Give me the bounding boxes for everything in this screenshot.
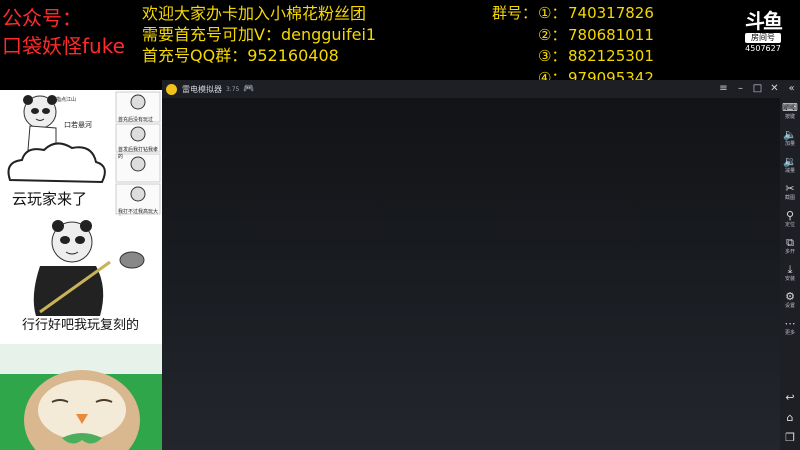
logo-mark: 斗鱼 xyxy=(745,9,783,33)
sidebar-label: 减量 xyxy=(784,168,795,174)
home-icon[interactable]: ⌂ xyxy=(780,412,800,424)
sidebar-label: 多开 xyxy=(784,249,795,255)
collapse-sidebar-button[interactable]: « xyxy=(783,80,800,98)
group-number: 882125301 xyxy=(568,47,654,65)
maximize-button[interactable]: □ xyxy=(749,80,766,98)
recent-apps-icon[interactable]: ❐ xyxy=(780,432,800,444)
sidebar-volume-up-button[interactable]: 🔈 加量 xyxy=(780,129,800,148)
info-overlay: 欢迎大家办卡加入小棉花粉丝团 需要首充号可加V：dengguifei1 首充号Q… xyxy=(142,3,376,66)
sidebar-label: 定位 xyxy=(784,222,795,228)
group-row: ③： 882125301 xyxy=(492,46,654,68)
meme-owl-pokemon xyxy=(0,344,162,450)
brand-overlay: 公众号： 口袋妖怪fuke xyxy=(2,4,125,60)
room-label: 房间号 xyxy=(745,33,781,43)
group-index: ①： xyxy=(538,4,567,22)
sidebar-label: 按键 xyxy=(784,114,795,120)
volume-down-icon: 🔉 xyxy=(783,155,797,168)
meme-small-caption: 口若悬河 xyxy=(64,121,92,129)
sidebar-settings-button[interactable]: ⚙ 设置 xyxy=(780,291,800,310)
close-button[interactable]: ✕ xyxy=(766,80,783,98)
scissors-icon: ✂ xyxy=(785,182,795,195)
info-line: 首充号QQ群：952160408 xyxy=(142,46,339,65)
sidebar-label: 加量 xyxy=(784,141,795,147)
emulator-titlebar[interactable]: 雷电模拟器 3.75 🎮 ≡ – □ ✕ « xyxy=(162,80,800,98)
brand-line-2: 口袋妖怪fuke xyxy=(2,34,125,58)
volume-up-icon: 🔈 xyxy=(783,128,797,141)
group-row: 群号： ①： 740317826 xyxy=(492,3,654,25)
meme-caption: 云玩家来了 xyxy=(12,190,88,208)
emulator-window: 雷电模拟器 3.75 🎮 ≡ – □ ✕ « ⌨ 按键 🔈 加量 🔉 减量 ✂ … xyxy=(162,80,800,450)
sidebar-label: 更多 xyxy=(784,330,795,336)
room-id: 4507627 xyxy=(745,44,781,53)
info-line: 欢迎大家办卡加入小棉花粉丝团 xyxy=(142,4,367,23)
emulator-version: 3.75 xyxy=(226,85,240,93)
meme-remake-player: 行行好吧我玩复刻的 xyxy=(0,216,162,344)
group-number: 740317826 xyxy=(568,4,654,22)
group-number: 780681011 xyxy=(568,25,654,44)
group-row: ②： 780681011 xyxy=(492,25,654,47)
sidebar-location-button[interactable]: ⚲ 定位 xyxy=(780,210,800,229)
sidebar-label: 设置 xyxy=(784,303,795,309)
sidebar-install-button[interactable]: ⤓ 安装 xyxy=(780,264,800,283)
ldplayer-logo-icon xyxy=(166,83,177,95)
meme-small-caption: 指点江山 xyxy=(56,97,77,103)
meme-small-caption: 首发后我打钻我孝的 xyxy=(118,147,159,160)
sidebar-screenshot-button[interactable]: ✂ 截图 xyxy=(780,183,800,202)
sidebar-multi-open-button[interactable]: ⧉ 多开 xyxy=(780,237,800,256)
meme-column: 指点江山 口若悬河 首充后没有玩过 首发后我打钻我孝的 我打不过我高玩大佬了 云… xyxy=(0,90,162,450)
group-index: ②： xyxy=(538,25,567,44)
emulator-sidebar: ⌨ 按键 🔈 加量 🔉 减量 ✂ 截图 ⚲ 定位 ⧉ 多开 ⤓ 安装 ⚙ 设置 … xyxy=(780,98,800,450)
group-numbers: 群号： ①： 740317826 ②： 780681011 ③： 8821253… xyxy=(492,3,654,89)
keyboard-icon: ⌨ xyxy=(782,101,798,114)
window-controls: ≡ – □ ✕ « xyxy=(715,80,800,98)
install-icon: ⤓ xyxy=(787,263,793,276)
menu-button[interactable]: ≡ xyxy=(715,80,732,98)
meme-cloud-player: 指点江山 口若悬河 首充后没有玩过 首发后我打钻我孝的 我打不过我高玩大佬了 云… xyxy=(0,90,162,222)
groups-label: 群号： xyxy=(492,4,538,22)
group-index: ③： xyxy=(538,47,567,65)
sidebar-keymap-button[interactable]: ⌨ 按键 xyxy=(780,102,800,121)
minimize-button[interactable]: – xyxy=(732,80,749,98)
meme-caption: 行行好吧我玩复刻的 xyxy=(22,318,140,333)
back-icon[interactable]: ↩ xyxy=(780,392,800,404)
sidebar-more-button[interactable]: ⋯ 更多 xyxy=(780,318,800,337)
gamepad-icon[interactable]: 🎮 xyxy=(243,84,254,94)
settings-icon: ⚙ xyxy=(785,290,795,303)
sidebar-label: 安装 xyxy=(784,276,795,282)
brand-line-1: 公众号： xyxy=(2,6,82,30)
emulator-title: 雷电模拟器 xyxy=(182,84,222,94)
sidebar-volume-down-button[interactable]: 🔉 减量 xyxy=(780,156,800,175)
location-icon: ⚲ xyxy=(785,209,795,222)
multi-open-icon: ⧉ xyxy=(786,236,794,249)
emulator-screen[interactable] xyxy=(162,98,780,450)
douyu-logo: 斗鱼 房间号 4507627 xyxy=(740,10,786,58)
more-icon: ⋯ xyxy=(784,317,796,330)
info-line: 需要首充号可加V：dengguifei1 xyxy=(142,25,377,44)
sidebar-label: 截图 xyxy=(784,195,795,201)
meme-small-caption: 首充后没有玩过 xyxy=(118,117,154,123)
rowlet-illustration xyxy=(0,344,162,450)
